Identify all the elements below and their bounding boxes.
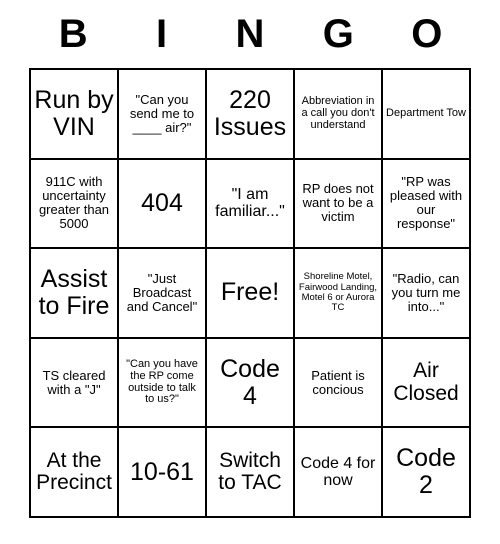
bingo-cell[interactable]: Department Tow	[383, 70, 471, 160]
bingo-cell-text: Code 4 for now	[300, 454, 376, 490]
bingo-cell-text: TS cleared with a "J"	[42, 367, 106, 397]
bingo-cell[interactable]: 220 Issues	[207, 70, 295, 160]
bingo-cell[interactable]: "Just Broadcast and Cancel"	[119, 249, 207, 339]
bingo-cell-text: "Can you have the RP come outside to tal…	[126, 357, 198, 406]
bingo-cell-free[interactable]: Free!	[207, 249, 295, 339]
header-letter-b: B	[58, 12, 88, 56]
bingo-cell-text: Run by VIN	[34, 85, 114, 141]
bingo-cell[interactable]: Code 4	[207, 338, 295, 429]
bingo-cell-text: At the Precinct	[36, 448, 112, 495]
bingo-cell-text: Free!	[220, 278, 280, 307]
bingo-cell[interactable]: 911C with uncertainty greater than 5000	[31, 159, 119, 250]
bingo-cell-text: Abbreviation in a call you don't underst…	[301, 94, 375, 131]
bingo-cell[interactable]: Abbreviation in a call you don't underst…	[295, 70, 383, 160]
bingo-cell[interactable]: Run by VIN	[31, 70, 119, 160]
bingo-cell[interactable]: At the Precinct	[31, 428, 119, 518]
bingo-cell-text: "Just Broadcast and Cancel"	[126, 270, 198, 314]
bingo-cell[interactable]: "Radio, can you turn me into..."	[383, 249, 471, 339]
bingo-cell[interactable]: 404	[119, 159, 207, 250]
bingo-cell-text: "RP was pleased with our response"	[389, 174, 463, 232]
bingo-cell-text: "Can you send me to ____ air?"	[129, 91, 195, 135]
bingo-cell[interactable]: Assist to Fire	[31, 249, 119, 339]
header-letter-n: N	[235, 12, 265, 56]
bingo-cell[interactable]: Code 2	[383, 428, 471, 518]
bingo-cell[interactable]: "I am familiar..."	[207, 159, 295, 250]
bingo-cell-text: 10-61	[130, 457, 194, 486]
bingo-cell[interactable]: 10-61	[119, 428, 207, 518]
bingo-cell-text: Assist to Fire	[38, 264, 110, 320]
bingo-cell-text: 911C with uncertainty greater than 5000	[38, 174, 110, 232]
bingo-cell-text: RP does not want to be a victim	[302, 181, 374, 225]
header-letter-i: I	[156, 12, 168, 56]
bingo-cell-text: "Radio, can you turn me into..."	[391, 270, 461, 314]
bingo-card: B I N G O Run by VIN "Can you send me to…	[0, 0, 500, 544]
bingo-cell-text: Department Tow	[386, 106, 466, 119]
bingo-cell[interactable]: TS cleared with a "J"	[31, 338, 119, 429]
bingo-cell-text: Air Closed	[393, 358, 459, 405]
bingo-cell[interactable]: Shoreline Motel, Fairwood Landing, Motel…	[295, 249, 383, 339]
bingo-cell[interactable]: Code 4 for now	[295, 428, 383, 518]
bingo-cell-text: "I am familiar..."	[215, 186, 285, 221]
bingo-cell[interactable]: RP does not want to be a victim	[295, 159, 383, 250]
bingo-cell[interactable]: Switch to TAC	[207, 428, 295, 518]
bingo-cell-text: Patient is concious	[311, 367, 365, 397]
bingo-cell-text: Switch to TAC	[218, 448, 282, 495]
bingo-grid: Run by VIN "Can you send me to ____ air?…	[29, 68, 471, 518]
bingo-cell-text: Code 2	[396, 444, 456, 500]
bingo-cell[interactable]: Air Closed	[383, 338, 471, 429]
bingo-cell[interactable]: "RP was pleased with our response"	[383, 159, 471, 250]
bingo-cell-text: 404	[141, 188, 183, 217]
bingo-header-row: B I N G O	[29, 0, 471, 68]
header-letter-g: G	[322, 12, 354, 56]
header-letter-o: O	[411, 12, 443, 56]
bingo-cell-text: Code 4	[220, 354, 280, 410]
bingo-cell-text: 220 Issues	[213, 85, 287, 141]
bingo-cell-text: Shoreline Motel, Fairwood Landing, Motel…	[298, 271, 378, 314]
bingo-cell[interactable]: "Can you send me to ____ air?"	[119, 70, 207, 160]
bingo-cell[interactable]: Patient is concious	[295, 338, 383, 429]
bingo-cell[interactable]: "Can you have the RP come outside to tal…	[119, 338, 207, 429]
